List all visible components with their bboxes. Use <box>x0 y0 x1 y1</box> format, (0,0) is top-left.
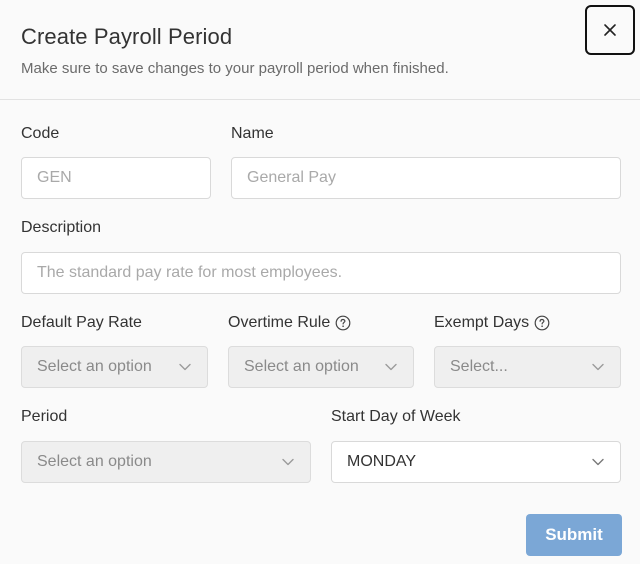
chevron-down-icon <box>385 363 397 371</box>
submit-button[interactable]: Submit <box>526 514 622 556</box>
dialog-title: Create Payroll Period <box>21 24 233 49</box>
start-day-of-week-select[interactable]: MONDAY <box>331 441 621 483</box>
close-icon <box>604 24 616 36</box>
overtime-rule-label: Overtime Rule <box>228 314 351 332</box>
period-value: Select an option <box>37 453 152 470</box>
close-button[interactable] <box>585 5 635 55</box>
default-pay-rate-label: Default Pay Rate <box>21 314 142 332</box>
create-payroll-period-dialog: Create Payroll Period Make sure to save … <box>0 0 640 564</box>
name-label-text: Name <box>231 125 274 142</box>
description-label: Description <box>21 219 101 237</box>
name-label: Name <box>231 125 274 143</box>
start-day-of-week-label: Start Day of Week <box>331 408 461 426</box>
overtime-rule-value: Select an option <box>244 358 359 375</box>
start-day-of-week-label-text: Start Day of Week <box>331 408 461 425</box>
chevron-down-icon <box>179 363 191 371</box>
question-circle-icon[interactable] <box>335 315 351 331</box>
code-input[interactable]: GEN <box>21 157 211 199</box>
default-pay-rate-select[interactable]: Select an option <box>21 346 208 388</box>
period-label: Period <box>21 408 67 426</box>
period-select[interactable]: Select an option <box>21 441 311 483</box>
chevron-down-icon <box>592 363 604 371</box>
description-placeholder: The standard pay rate for most employees… <box>37 264 343 281</box>
overtime-rule-label-text: Overtime Rule <box>228 314 331 331</box>
code-placeholder: GEN <box>37 169 72 186</box>
exempt-days-value: Select... <box>450 358 508 375</box>
name-input[interactable]: General Pay <box>231 157 621 199</box>
code-label-text: Code <box>21 125 60 142</box>
exempt-days-label-text: Exempt Days <box>434 314 530 331</box>
exempt-days-label: Exempt Days <box>434 314 550 332</box>
overtime-rule-select[interactable]: Select an option <box>228 346 414 388</box>
start-day-of-week-value: MONDAY <box>347 453 417 470</box>
exempt-days-select[interactable]: Select... <box>434 346 621 388</box>
period-label-text: Period <box>21 408 68 425</box>
description-label-text: Description <box>21 219 102 236</box>
dialog-subtitle: Make sure to save changes to your payrol… <box>21 60 449 77</box>
default-pay-rate-value: Select an option <box>37 358 152 375</box>
chevron-down-icon <box>282 458 294 466</box>
question-circle-icon[interactable] <box>534 315 550 331</box>
default-pay-rate-label-text: Default Pay Rate <box>21 314 142 331</box>
code-label: Code <box>21 125 59 143</box>
dialog-header: Create Payroll Period Make sure to save … <box>0 0 640 100</box>
description-input[interactable]: The standard pay rate for most employees… <box>21 252 621 294</box>
name-placeholder: General Pay <box>247 169 336 186</box>
chevron-down-icon <box>592 458 604 466</box>
